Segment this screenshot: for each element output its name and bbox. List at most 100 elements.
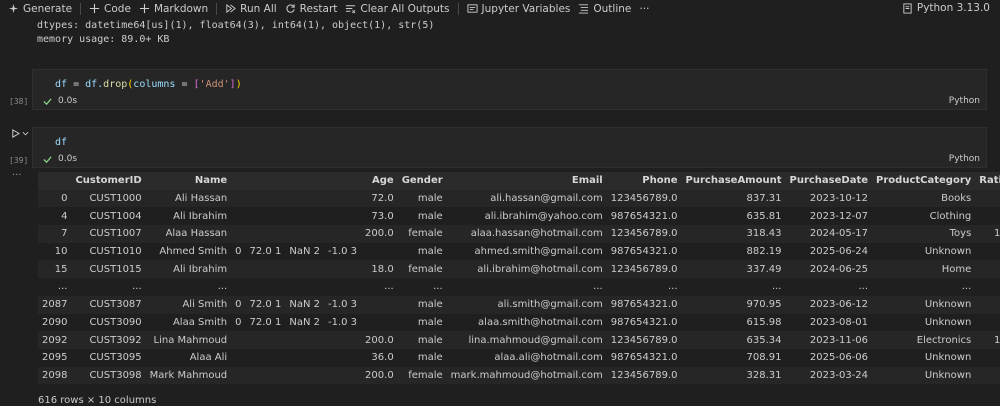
table-cell: 2023-08-01 (809, 316, 869, 328)
table-row: 2087 CUST3087 Ali Smith 0 72.0 1 NaN 2 -1.0 3 m… (38, 295, 1000, 314)
run-cell-icon[interactable] (11, 129, 20, 138)
code-editor[interactable]: df (55, 137, 67, 148)
table-cell: female (408, 263, 443, 275)
restart-button[interactable]: Restart (285, 3, 337, 15)
index-cell: 15 (54, 263, 68, 275)
table-cell (285, 207, 324, 225)
cell-language[interactable]: Python (949, 154, 980, 164)
execution-time: 0.0s (58, 96, 78, 106)
table-cell: Unknown (924, 316, 972, 328)
execution-count: [38] (9, 97, 29, 106)
table-cell: Unknown (924, 352, 972, 364)
execution-status: 0.0s (43, 96, 77, 106)
table-cell: 72.0 1 (249, 246, 282, 258)
table-cell (285, 349, 324, 367)
kernel-picker[interactable]: Python 3.13.0 (902, 2, 990, 14)
table-cell: 123456789.0 (610, 228, 678, 240)
table-cell: 73.0 (371, 210, 394, 222)
table-header-row: CustomerID Name Age Gender Email Phone P… (38, 172, 1000, 190)
index-cell: 2090 (42, 316, 68, 328)
table-cell: 3.0 (975, 296, 1000, 314)
code-token: df. (85, 79, 104, 90)
add-code-button[interactable]: Code (89, 3, 131, 15)
table-cell: 3.0 (975, 190, 1000, 208)
info-output: dtypes: datetime64[us](1), float64(3), i… (37, 19, 434, 47)
table-cell: ali.smith@gmail.com (497, 299, 603, 311)
table-cell: 123456789.0 (610, 263, 678, 275)
table-cell: Unknown (924, 299, 972, 311)
add-markdown-button[interactable]: Markdown (139, 3, 208, 15)
column-header (324, 172, 361, 190)
table-cell: male (417, 193, 443, 205)
table-cell: 708.91 (746, 352, 782, 364)
toolbar-divider (80, 2, 82, 15)
outline-icon (579, 4, 589, 14)
markdown-label: Markdown (153, 2, 209, 15)
table-cell (246, 225, 286, 243)
index-cell: 2087 (42, 299, 68, 311)
table-cell: 2023-12-07 (809, 210, 869, 222)
code-cell[interactable]: df 0.0s Python (32, 127, 987, 168)
table-cell: 1.0 (975, 367, 1000, 385)
table-cell: 837.31 (746, 193, 782, 205)
run-cell-controls[interactable] (11, 129, 29, 138)
column-header: ProductCategory (876, 175, 972, 187)
dataframe-table: CustomerID Name Age Gender Email Phone P… (38, 172, 1000, 385)
code-cell[interactable]: df = df.drop(columns = ['Add']) 0.0s Pyt… (32, 69, 987, 110)
table-cell: ... (771, 281, 782, 293)
table-cell: 987654321.0 (610, 352, 678, 364)
table-row: 10 CUST1010 Ahmed Smith 0 72.0 1 NaN 2 -1.0 3 m… (38, 242, 1000, 261)
table-cell: CUST3098 (89, 369, 142, 381)
index-cell: 4 (61, 210, 68, 222)
table-cell: Alaa Smith (172, 316, 228, 328)
table-cell: 3.0 (975, 243, 1000, 261)
table-cell (361, 314, 398, 332)
table-cell: 635.81 (746, 210, 782, 222)
clear-all-outputs-button[interactable]: Clear All Outputs (345, 3, 450, 15)
memory-usage-line: memory usage: 89.0+ KB (37, 34, 170, 45)
index-cell: 2092 (42, 334, 68, 346)
table-cell: ... (858, 281, 869, 293)
table-cell: 2023-10-12 (809, 193, 869, 205)
table-cell (361, 243, 398, 261)
table-cell: -1.0 3 (327, 246, 358, 258)
cell-language[interactable]: Python (949, 96, 980, 106)
table-cell: CUST1010 (89, 246, 142, 258)
table-cell: CUST3090 (89, 316, 142, 328)
table-cell (324, 260, 361, 278)
table-cell: Mark Mahmoud (149, 369, 228, 381)
table-cell: male (417, 352, 443, 364)
table-cell: CUST3092 (89, 334, 142, 346)
outline-button[interactable]: Outline (578, 3, 631, 15)
code-token: = (175, 79, 194, 90)
index-header (38, 172, 71, 190)
column-header: PurchaseDate (789, 175, 869, 187)
table-cell: 615.98 (746, 316, 782, 328)
table-cell (361, 296, 398, 314)
table-cell: ... (975, 278, 1000, 296)
table-row: 2092 CUST3092 Lina Mahmoud 200.0 male lina.ma… (38, 331, 1000, 349)
table-cell (285, 225, 324, 243)
table-cell: 2.0 (975, 207, 1000, 225)
generate-button[interactable]: Generate (8, 3, 72, 15)
code-editor[interactable]: df = df.drop(columns = ['Add']) (55, 79, 242, 90)
table-cell: 72.0 (371, 193, 394, 205)
index-cell: ... (57, 281, 68, 293)
table-cell: alaa.hassan@hotmail.com (470, 228, 603, 240)
table-cell: 2024-05-17 (809, 228, 869, 240)
table-row: 4 CUST1004 Ali Ibrahim 73.0 male ali.ibrahim@… (38, 207, 1000, 226)
execution-count: [39] (9, 156, 29, 165)
output-actions-button[interactable]: ··· (12, 170, 22, 181)
table-cell: 882.19 (746, 246, 782, 258)
table-cell (324, 190, 361, 208)
run-all-button[interactable]: Run All (225, 3, 277, 15)
outline-label: Outline (593, 2, 632, 15)
table-cell: 2024-06-25 (809, 263, 869, 275)
table-cell (246, 190, 286, 208)
more-actions-button[interactable]: ··· (639, 3, 649, 15)
table-cell: 200.0 (365, 228, 394, 240)
jupyter-variables-button[interactable]: Jupyter Variables (466, 3, 570, 15)
chevron-down-icon[interactable] (22, 130, 29, 137)
check-icon (43, 97, 52, 105)
table-cell: CUST1015 (89, 263, 142, 275)
